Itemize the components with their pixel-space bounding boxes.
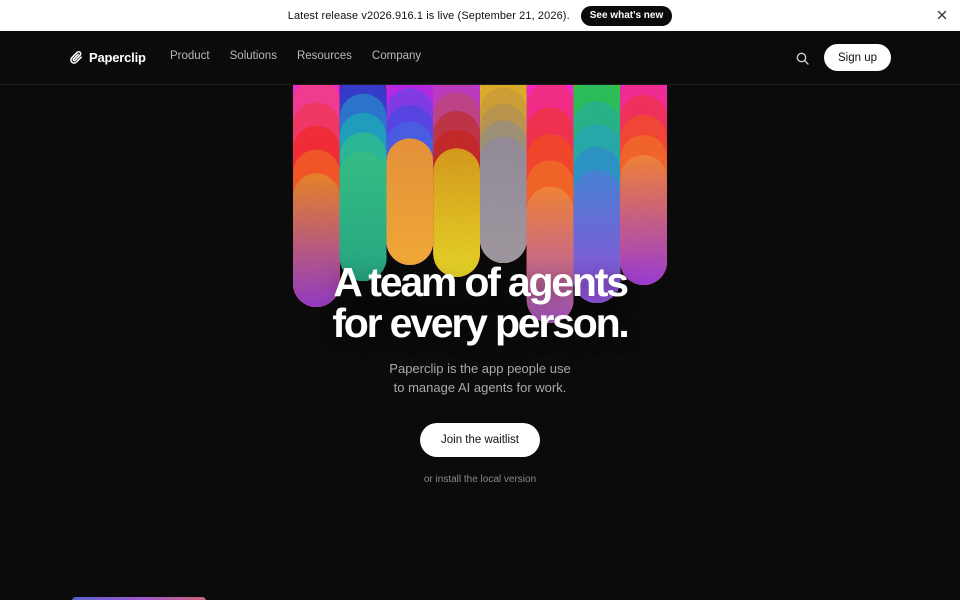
hero-stripe — [433, 85, 480, 277]
search-icon[interactable] — [796, 52, 809, 65]
subheadline-line-1: Paperclip is the app people use — [389, 361, 571, 376]
nav-link-company[interactable]: Company — [372, 50, 421, 62]
headline-line-1: A team of agents — [333, 259, 629, 305]
headline-line-2: for every person. — [332, 300, 629, 346]
stripe-grain — [339, 85, 387, 281]
stripe-grain — [386, 85, 434, 265]
hero-stripe — [620, 85, 667, 285]
paperclip-icon — [70, 50, 82, 64]
stripe-grain — [620, 85, 667, 285]
announcement-text: Latest release v2026.916.1 is live (Sept… — [287, 9, 570, 22]
hero-stripe — [386, 85, 434, 265]
announcement-bar: Latest release v2026.916.1 is live (Sept… — [0, 0, 960, 31]
top-nav: Paperclip Product Solutions Resources Co… — [0, 31, 960, 85]
nav-link-product[interactable]: Product — [170, 50, 210, 62]
hero-stripe — [339, 85, 387, 282]
hero-subheadline: Paperclip is the app people use to manag… — [0, 359, 960, 397]
install-local-link[interactable]: or install the local version — [424, 474, 536, 485]
see-whats-new-button[interactable]: See what's new — [580, 5, 673, 26]
subheadline-line-2: to manage AI agents for work. — [393, 380, 567, 395]
sign-up-button[interactable]: Sign up — [824, 44, 891, 71]
stripe-grain — [480, 85, 527, 263]
close-icon[interactable] — [936, 9, 948, 21]
install-local-link-row: or install the local version — [0, 474, 960, 485]
nav-link-solutions[interactable]: Solutions — [230, 50, 277, 62]
nav-links: Product Solutions Resources Company — [170, 50, 421, 62]
page: Latest release v2026.916.1 is live (Sept… — [0, 0, 960, 600]
brand-name: Paperclip — [89, 50, 146, 65]
hero-stripe — [480, 85, 527, 264]
stripe-grain — [433, 85, 480, 277]
brand-logo[interactable]: Paperclip — [70, 50, 146, 65]
nav-link-resources[interactable]: Resources — [297, 50, 352, 62]
join-waitlist-button[interactable]: Join the waitlist — [420, 423, 540, 457]
hero-headline: A team of agents for every person. — [0, 262, 960, 344]
